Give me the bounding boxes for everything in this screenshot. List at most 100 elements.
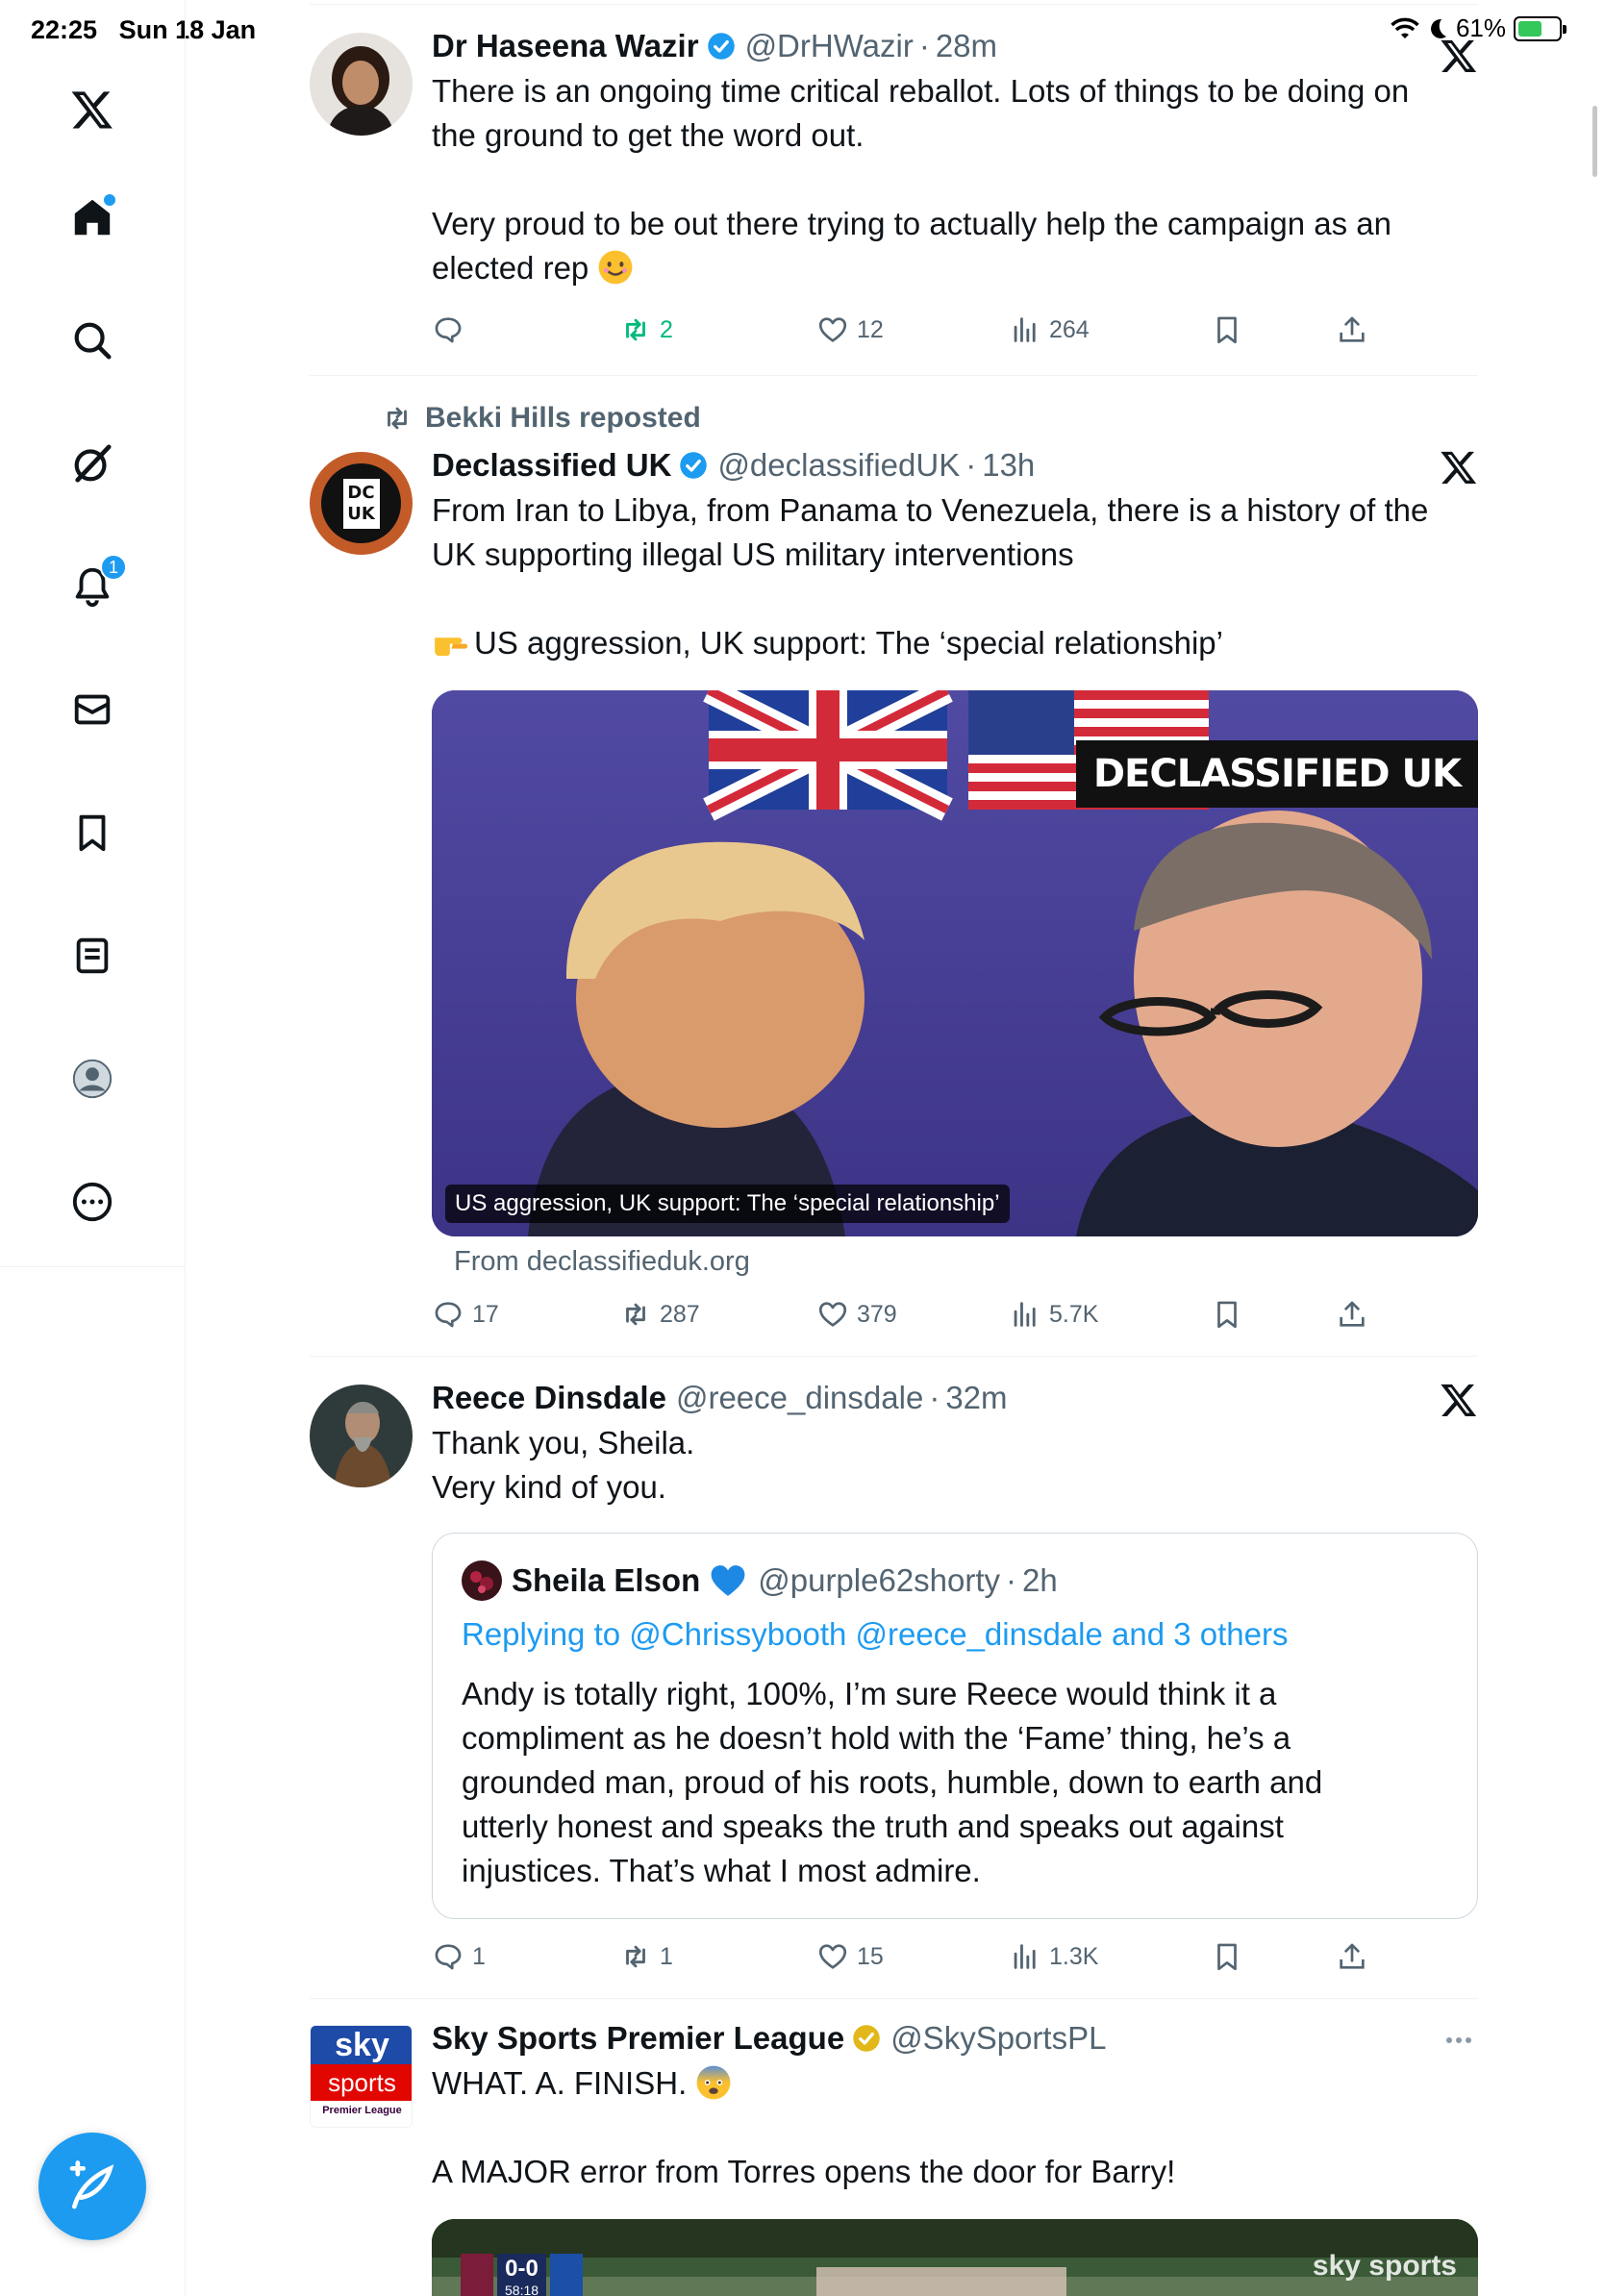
share-button[interactable]: [1336, 313, 1368, 346]
bookmark-button[interactable]: [1211, 1298, 1243, 1331]
notifications-badge: 1: [100, 554, 127, 581]
repost-icon: [388, 407, 407, 430]
avatar[interactable]: [310, 1385, 413, 1487]
view-count: 264: [1049, 315, 1090, 343]
like-count: 15: [857, 1942, 884, 1970]
video-brand-watermark: sky sports: [1312, 2250, 1457, 2282]
share-button[interactable]: [1336, 1298, 1368, 1331]
reply-button[interactable]: 1: [432, 1940, 486, 1973]
tweet-actions: 2 12 264: [432, 313, 1365, 352]
gold-verified-badge-icon: [853, 2025, 880, 2052]
tweet-text: There is an ongoing time critical reball…: [432, 73, 1410, 286]
quote-text: Andy is totally right, 100%, I’m sure Re…: [462, 1676, 1323, 1888]
like-button[interactable]: 12: [816, 313, 884, 346]
feed-scrollbar[interactable]: [1592, 106, 1597, 177]
author-handle[interactable]: @reece_dinsdale: [676, 1380, 923, 1416]
card-source-link[interactable]: From declassifieduk.org: [454, 1246, 750, 1278]
list-icon[interactable]: [67, 931, 117, 981]
x-logo-icon[interactable]: [67, 85, 117, 135]
repost-count: 1: [660, 1942, 673, 1970]
more-options-button[interactable]: [1440, 2021, 1478, 2059]
reposted-by-label[interactable]: Bekki Hills reposted: [425, 402, 701, 435]
tweet-time[interactable]: 13h: [982, 447, 1035, 484]
like-button[interactable]: 15: [816, 1940, 884, 1973]
quote-avatar[interactable]: [462, 1560, 502, 1601]
bell-icon[interactable]: 1: [67, 554, 127, 611]
avatar[interactable]: sky sports Premier League: [310, 2025, 413, 2128]
sidebar-divider: [0, 1266, 186, 1267]
avatar[interactable]: [310, 33, 413, 136]
tweet-actions: 17 287 379 5.7K: [432, 1298, 1365, 1336]
tweet-divider: [310, 1356, 1478, 1357]
views-chart-icon: [1014, 1302, 1036, 1327]
battery-icon: [1514, 15, 1566, 41]
avatar-monogram-top: DC: [347, 482, 375, 503]
pointing-hand-emoji-icon: [435, 637, 468, 657]
like-count: 12: [857, 315, 884, 343]
bookmark-icon: [1217, 1301, 1237, 1329]
tweet[interactable]: Dr Haseena Wazir @DrHWazir · 28m There i…: [310, 25, 1478, 352]
view-count: 5.7K: [1049, 1300, 1099, 1328]
home-icon[interactable]: [67, 192, 117, 242]
bookmark-icon[interactable]: [67, 808, 117, 858]
tweet[interactable]: Reece Dinsdale @reece_dinsdale · 32m Tha…: [310, 1377, 1478, 1973]
more-icon[interactable]: [67, 1177, 117, 1227]
author-name[interactable]: Reece Dinsdale: [432, 1380, 666, 1416]
share-button[interactable]: [1336, 1940, 1368, 1973]
tweet-time[interactable]: 28m: [936, 28, 997, 64]
avatar[interactable]: DC UK: [310, 452, 413, 555]
tweet[interactable]: Bekki Hills reposted DC UK Declassified …: [310, 394, 1478, 1329]
x-logo-icon: [1441, 1384, 1477, 1416]
repost-context: Bekki Hills reposted: [381, 402, 701, 435]
views-button[interactable]: 5.7K: [1009, 1298, 1098, 1331]
author-handle[interactable]: @DrHWazir: [745, 28, 914, 64]
repost-icon: [626, 1303, 645, 1326]
repost-button[interactable]: 1: [619, 1940, 673, 1973]
repost-button[interactable]: 287: [619, 1298, 700, 1331]
x-logo-icon: [1441, 451, 1477, 484]
tweet-actions: 1 1 15 1.3K: [432, 1940, 1365, 1979]
bookmark-button[interactable]: [1211, 1940, 1243, 1973]
share-icon: [1340, 316, 1365, 342]
share-icon: [1340, 1301, 1365, 1327]
repost-count: 2: [660, 315, 673, 343]
like-button[interactable]: 379: [816, 1298, 897, 1331]
quote-time[interactable]: 2h: [1022, 1562, 1058, 1599]
verified-badge-icon: [707, 33, 735, 60]
quote-author-name[interactable]: Sheila Elson: [512, 1562, 700, 1599]
avatar-icon[interactable]: [67, 1054, 117, 1104]
compose-button[interactable]: [38, 2133, 146, 2240]
heart-icon: [818, 317, 847, 342]
repost-button[interactable]: 2: [619, 313, 673, 346]
tweet-time[interactable]: 32m: [945, 1380, 1007, 1416]
reply-button[interactable]: [432, 313, 464, 346]
mail-icon[interactable]: [67, 685, 117, 735]
heart-icon: [818, 1302, 847, 1327]
author-name[interactable]: Dr Haseena Wazir: [432, 28, 699, 64]
views-chart-icon: [1014, 1944, 1036, 1969]
tweet-text: Thank you, Sheila. Very kind of you.: [432, 1425, 695, 1505]
author-name[interactable]: Sky Sports Premier League: [432, 2020, 844, 2057]
replying-to-label[interactable]: Replying to @Chrissybooth @reece_dinsdal…: [462, 1616, 1288, 1653]
views-button[interactable]: 264: [1009, 313, 1090, 346]
quote-author-handle[interactable]: @purple62shorty: [758, 1562, 1000, 1599]
bookmark-icon: [1217, 1943, 1237, 1971]
search-icon[interactable]: [67, 315, 117, 365]
video-preview[interactable]: 0-0 58:18 sky sports: [432, 2219, 1478, 2296]
reply-button[interactable]: 17: [432, 1298, 499, 1331]
grok-icon[interactable]: [67, 438, 117, 488]
battery-fill: [1518, 20, 1542, 37]
share-icon: [1340, 1943, 1365, 1969]
views-button[interactable]: 1.3K: [1009, 1940, 1098, 1973]
score: 0-0: [505, 2256, 539, 2282]
author-handle[interactable]: @declassifiedUK: [717, 447, 960, 484]
tweet[interactable]: sky sports Premier League Sky Sports Pre…: [310, 2017, 1478, 2296]
like-count: 379: [857, 1300, 897, 1328]
author-handle[interactable]: @SkySportsPL: [890, 2020, 1106, 2057]
link-card[interactable]: DECLASSIFIED UK US aggression, UK suppor…: [432, 690, 1478, 1236]
reply-icon: [435, 317, 462, 343]
quote-tweet[interactable]: Sheila Elson @purple62shorty · 2h Replyi…: [432, 1533, 1478, 1919]
sidebar: 1: [0, 0, 186, 2296]
bookmark-button[interactable]: [1211, 313, 1243, 346]
author-name[interactable]: Declassified UK: [432, 447, 671, 484]
